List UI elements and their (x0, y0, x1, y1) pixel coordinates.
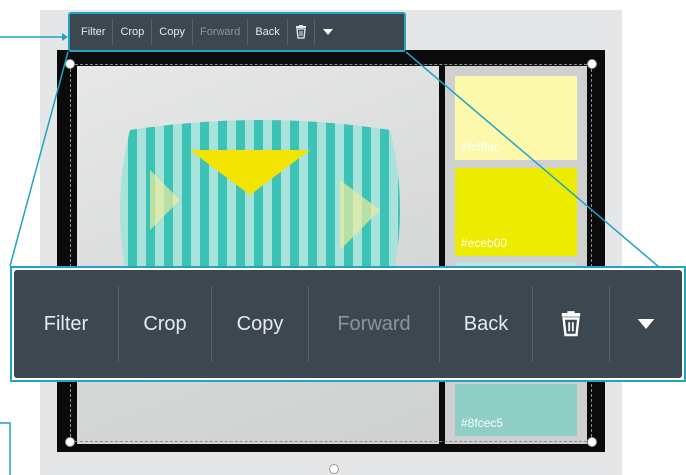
forward-button[interactable]: Forward (193, 14, 247, 50)
trash-icon (295, 25, 306, 39)
copy-button-zoomed[interactable]: Copy (212, 270, 308, 378)
delete-button[interactable] (288, 14, 314, 50)
more-options-button[interactable] (315, 14, 341, 50)
context-toolbar: Filter Crop Copy Forward Back (68, 12, 406, 52)
zoomed-toolbar: Filter Crop Copy Forward Back (14, 270, 682, 378)
crop-button[interactable]: Crop (113, 14, 151, 50)
delete-button-zoomed[interactable] (533, 270, 609, 378)
back-button[interactable]: Back (248, 14, 286, 50)
filter-button-zoomed[interactable]: Filter (14, 270, 118, 378)
filter-button[interactable]: Filter (74, 14, 112, 50)
more-options-button-zoomed[interactable] (610, 270, 682, 378)
caret-down-icon (322, 29, 333, 35)
back-button-zoomed[interactable]: Back (440, 270, 532, 378)
forward-button-zoomed[interactable]: Forward (309, 270, 439, 378)
copy-button[interactable]: Copy (152, 14, 192, 50)
crop-button-zoomed[interactable]: Crop (119, 270, 211, 378)
trash-icon (561, 311, 581, 337)
callout-lines (0, 33, 686, 475)
caret-down-icon (637, 319, 655, 329)
